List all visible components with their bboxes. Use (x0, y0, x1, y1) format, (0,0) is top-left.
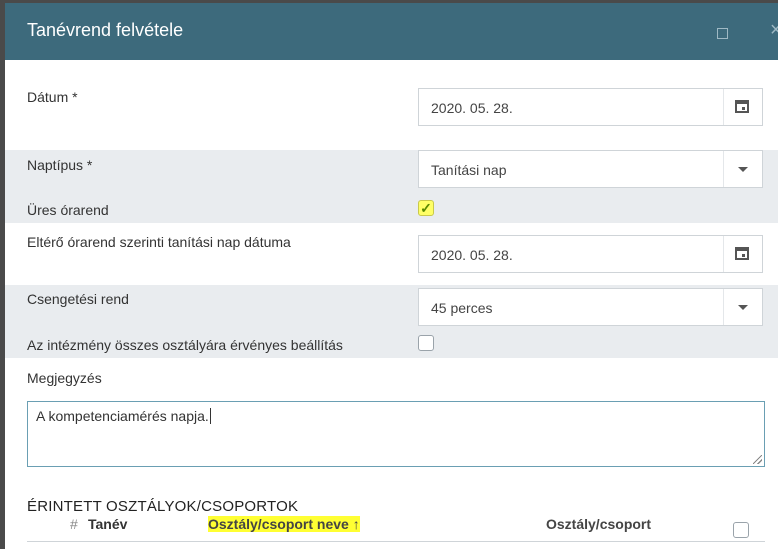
col-index-header: # (70, 516, 78, 532)
csengetesi-rend-label: Csengetési rend (27, 291, 129, 307)
ures-orarend-checkbox[interactable]: ✓ (418, 200, 434, 216)
row-datum: Dátum * 2020. 05. 28. (5, 60, 778, 150)
megjegyzes-text: A kompetenciamérés napja. (36, 408, 209, 424)
col-name-header[interactable]: Osztály/csoport neve ↑ (208, 516, 360, 532)
row-ures-orarend: Üres órarend ✓ (5, 195, 778, 223)
eltero-datum-field[interactable]: 2020. 05. 28. (418, 235, 763, 273)
csengetesi-rend-select[interactable]: 45 perces (418, 288, 763, 326)
resize-handle-icon[interactable] (753, 455, 762, 464)
row-csengetesi-rend: Csengetési rend 45 perces (5, 285, 778, 330)
select-all-checkbox[interactable] (733, 522, 749, 538)
datum-label: Dátum * (27, 89, 78, 105)
eltero-datum-value: 2020. 05. 28. (431, 247, 513, 263)
close-icon[interactable]: × (770, 19, 778, 42)
csengetesi-rend-value: 45 perces (431, 300, 493, 316)
osszes-osztaly-label: Az intézmény összes osztályára érvényes … (27, 337, 343, 353)
chevron-down-icon (738, 167, 748, 172)
row-naptipus: Naptípus * Tanítási nap (5, 150, 778, 195)
megjegyzes-textarea[interactable]: A kompetenciamérés napja. (27, 401, 765, 467)
calendar-icon (735, 247, 749, 260)
ures-orarend-label: Üres órarend (27, 202, 109, 218)
text-cursor (209, 408, 211, 424)
dialog-titlebar: Tanévrend felvétele × (5, 3, 778, 60)
maximize-icon[interactable] (717, 28, 728, 39)
row-eltero-datum: Eltérő órarend szerinti tanítási nap dát… (5, 223, 778, 285)
eltero-datum-picker-button[interactable] (723, 236, 762, 272)
sort-ascending-icon: ↑ (352, 516, 360, 532)
row-osszes-osztaly: Az intézmény összes osztályára érvényes … (5, 330, 778, 358)
naptipus-value: Tanítási nap (431, 162, 507, 178)
naptipus-label: Naptípus * (27, 157, 93, 173)
megjegyzes-label: Megjegyzés (27, 370, 102, 386)
osszes-osztaly-checkbox[interactable] (418, 335, 434, 351)
naptipus-select[interactable]: Tanítási nap (418, 150, 763, 188)
eltero-datum-label: Eltérő órarend szerinti tanítási nap dát… (27, 234, 291, 250)
datum-value: 2020. 05. 28. (431, 100, 513, 116)
table-header-divider (27, 541, 765, 542)
chevron-down-icon (738, 305, 748, 310)
dialog-title: Tanévrend felvétele (27, 20, 184, 40)
naptipus-dropdown-button[interactable] (723, 151, 762, 187)
datum-picker-button[interactable] (723, 89, 762, 125)
col-tanev-header[interactable]: Tanév (88, 516, 127, 532)
calendar-icon (735, 100, 749, 113)
affected-section-title: ÉRINTETT OSZTÁLYOK/CSOPORTOK (27, 498, 299, 515)
col-type-header[interactable]: Osztály/csoport (546, 516, 651, 532)
col-name-label: Osztály/csoport neve (208, 516, 349, 532)
dialog: Tanévrend felvétele × Dátum * 2020. 05. … (5, 3, 778, 549)
csengetesi-rend-dropdown-button[interactable] (723, 289, 762, 325)
datum-field[interactable]: 2020. 05. 28. (418, 88, 763, 126)
